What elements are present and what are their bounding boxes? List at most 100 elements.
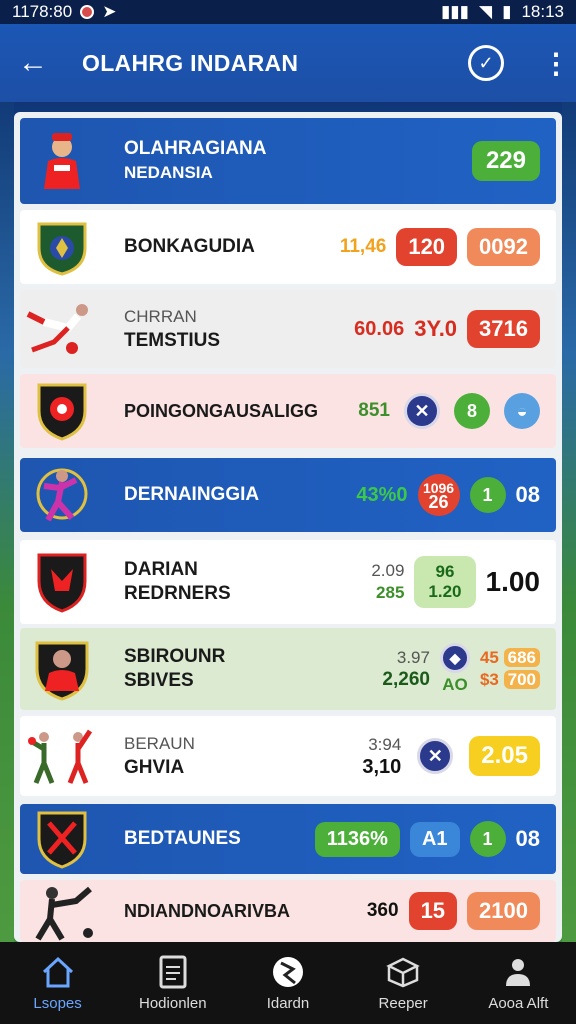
signal-icon: ▮▮▮ bbox=[440, 2, 470, 21]
item-title: TEMSTIUS bbox=[124, 330, 221, 351]
list-item[interactable]: SBIROUNR SBIVES 3.97 2,260 ◆ AO 45 686 $3 7… bbox=[20, 628, 556, 710]
home-icon bbox=[41, 955, 75, 989]
odds-value: 3.97 bbox=[396, 648, 430, 667]
odds-value: $3 bbox=[479, 670, 499, 689]
list-item[interactable]: DARIAN REDRNERS 2.09 285 96 1.20 1.00 bbox=[20, 540, 556, 624]
odds-pill[interactable]: 1136% bbox=[314, 821, 400, 857]
item-subtitle: SBIVES bbox=[124, 670, 194, 691]
odds-value: 3:94 bbox=[368, 735, 402, 754]
nav-label: Reeper bbox=[378, 994, 428, 1012]
item-title: SBIROUNR bbox=[124, 646, 226, 667]
odds-value: 60.06 bbox=[354, 317, 405, 340]
stadium-background-left bbox=[0, 102, 14, 942]
odds-value: 1.00 bbox=[485, 566, 541, 597]
status-time: 1178:80 bbox=[12, 2, 73, 21]
odds-value: 360 bbox=[366, 900, 399, 921]
team-badge-icon[interactable]: ✕ bbox=[417, 738, 454, 774]
list-item[interactable]: CHRRAN TEMSTIUS 60.06 3Y.0 3716 bbox=[20, 290, 556, 368]
odds-value: 43%0 bbox=[356, 483, 408, 506]
item-subtitle-top: BERAUN bbox=[124, 734, 195, 753]
nav-label: Aooa Alft bbox=[488, 994, 549, 1012]
odds-stack[interactable]: 45 686 $3 700 bbox=[480, 647, 540, 691]
score-pill: 229 bbox=[471, 141, 540, 181]
club-crest-icon bbox=[20, 379, 104, 443]
list-item[interactable]: OLAHRAGIANA NEDANSIA 229 bbox=[20, 118, 556, 204]
location-icon: ➤ bbox=[102, 2, 117, 21]
odds-bottom: 1.20 bbox=[428, 582, 462, 601]
back-arrow-icon[interactable]: ← bbox=[18, 46, 58, 80]
item-title: DARIAN bbox=[124, 559, 198, 580]
item-title: BEDTAUNES bbox=[124, 828, 241, 849]
target-action-icon[interactable]: ✓ bbox=[468, 45, 504, 81]
list-item[interactable]: POINGONGAUSALIGG 851 ✕ 8 ◒ bbox=[20, 374, 556, 448]
odds-badge[interactable]: 8 bbox=[454, 393, 490, 429]
wifi-icon: ◥ bbox=[479, 2, 493, 21]
page-title: OLAHRG INDARAN bbox=[82, 49, 299, 76]
athlete-hockey-icon bbox=[20, 879, 104, 942]
globe-icon bbox=[271, 955, 305, 989]
app-bar: ← OLAHRG INDARAN ✓ ⋮ bbox=[0, 24, 576, 102]
odds-value: 700 bbox=[503, 670, 540, 689]
odds-badge[interactable]: 1 bbox=[469, 821, 506, 857]
item-title: POINGONGAUSALIGG bbox=[124, 401, 319, 421]
odds-pill[interactable]: 3716 bbox=[467, 310, 540, 348]
document-icon bbox=[156, 955, 190, 989]
nav-item-home[interactable]: Lsopes bbox=[3, 955, 113, 1012]
odds-value: 686 bbox=[503, 648, 540, 667]
more-options-icon[interactable]: ⋮ bbox=[542, 47, 570, 80]
list-item[interactable]: BONKAGUDIA 11,46 120 0092 bbox=[20, 210, 556, 284]
club-crest-icon bbox=[20, 807, 104, 871]
list-item[interactable]: DERNAINGGIA 43%0 1096 26 1 08 bbox=[20, 458, 556, 532]
odds-pill[interactable]: 2100 bbox=[467, 892, 540, 930]
nav-label: Hodionlen bbox=[139, 994, 207, 1012]
club-crest-icon bbox=[20, 550, 104, 614]
odds-value: 2,260 bbox=[382, 669, 430, 690]
nav-item-globe[interactable]: Idardn bbox=[233, 955, 343, 1012]
odds-badge[interactable]: 1 bbox=[469, 477, 506, 513]
odds-pill[interactable]: 0092 bbox=[467, 228, 540, 266]
nav-item-box[interactable]: Reeper bbox=[348, 955, 458, 1012]
bottom-navigation: Lsopes Hodionlen Idardn Reeper Aooa Alft bbox=[0, 942, 576, 1024]
box-icon bbox=[386, 955, 420, 989]
nav-item-documents[interactable]: Hodionlen bbox=[118, 955, 228, 1012]
odds-value: 08 bbox=[515, 482, 540, 507]
odds-top: 96 bbox=[435, 562, 455, 581]
item-title: NDIANDNOARIVBA bbox=[124, 901, 290, 921]
odds-pill[interactable]: 15 bbox=[408, 892, 458, 930]
item-title: GHVIA bbox=[124, 757, 185, 778]
list-item[interactable]: GHVIABERAUNGHVIA 3:943,10 ✕ 2.05 bbox=[20, 716, 556, 796]
list-item[interactable]: BEDTAUNES 1136% A1 1 08 bbox=[20, 804, 556, 874]
list-item[interactable]: NDIANDNOARIVBA 360 15 2100 bbox=[20, 880, 556, 942]
player-avatar-icon bbox=[20, 637, 104, 701]
odds-value: 851 bbox=[358, 400, 390, 421]
odds-pill[interactable]: 96 1.20 bbox=[414, 556, 476, 608]
odds-value: AO bbox=[442, 675, 468, 694]
sports-list: OLAHRAGIANA NEDANSIA 229 BONKAGUDIA 11,46… bbox=[14, 112, 562, 942]
odds-badge[interactable]: 1096 26 bbox=[417, 474, 460, 516]
odds-pill[interactable]: A1 bbox=[409, 821, 460, 857]
odds-pill[interactable]: 120 bbox=[396, 228, 458, 266]
athletes-icon bbox=[20, 724, 104, 788]
odds-value: 45 bbox=[479, 648, 499, 667]
person-icon bbox=[501, 955, 535, 989]
nav-label: Idardn bbox=[266, 994, 310, 1012]
odds-value: 2.09 bbox=[371, 561, 405, 580]
athlete-kick-icon bbox=[20, 297, 104, 361]
stadium-background-right bbox=[562, 102, 576, 942]
odds-pill[interactable]: 2.05 bbox=[469, 736, 540, 776]
team-badge-icon[interactable]: ✕ bbox=[404, 393, 440, 429]
item-title: BONKAGUDIA bbox=[124, 236, 255, 257]
status-bar: 1178:80 ➤ ▮▮▮ ◥ ▮ 18:13 bbox=[0, 0, 576, 24]
team-badge-icon[interactable]: ◒ bbox=[504, 393, 540, 429]
status-clock: 18:13 bbox=[521, 2, 564, 21]
notification-icon bbox=[80, 5, 95, 19]
battery-icon: ▮ bbox=[502, 2, 512, 21]
team-odds[interactable]: ◆ AO bbox=[439, 643, 470, 695]
item-subtitle: REDRNERS bbox=[124, 583, 231, 604]
item-subtitle: NEDANSIA bbox=[124, 163, 213, 182]
odds-value: 11,46 bbox=[339, 236, 387, 257]
odds-value: 3,10 bbox=[362, 756, 402, 778]
item-title: DERNAINGGIA bbox=[124, 484, 260, 505]
nav-item-profile[interactable]: Aooa Alft bbox=[463, 955, 573, 1012]
athlete-icon bbox=[20, 463, 104, 527]
